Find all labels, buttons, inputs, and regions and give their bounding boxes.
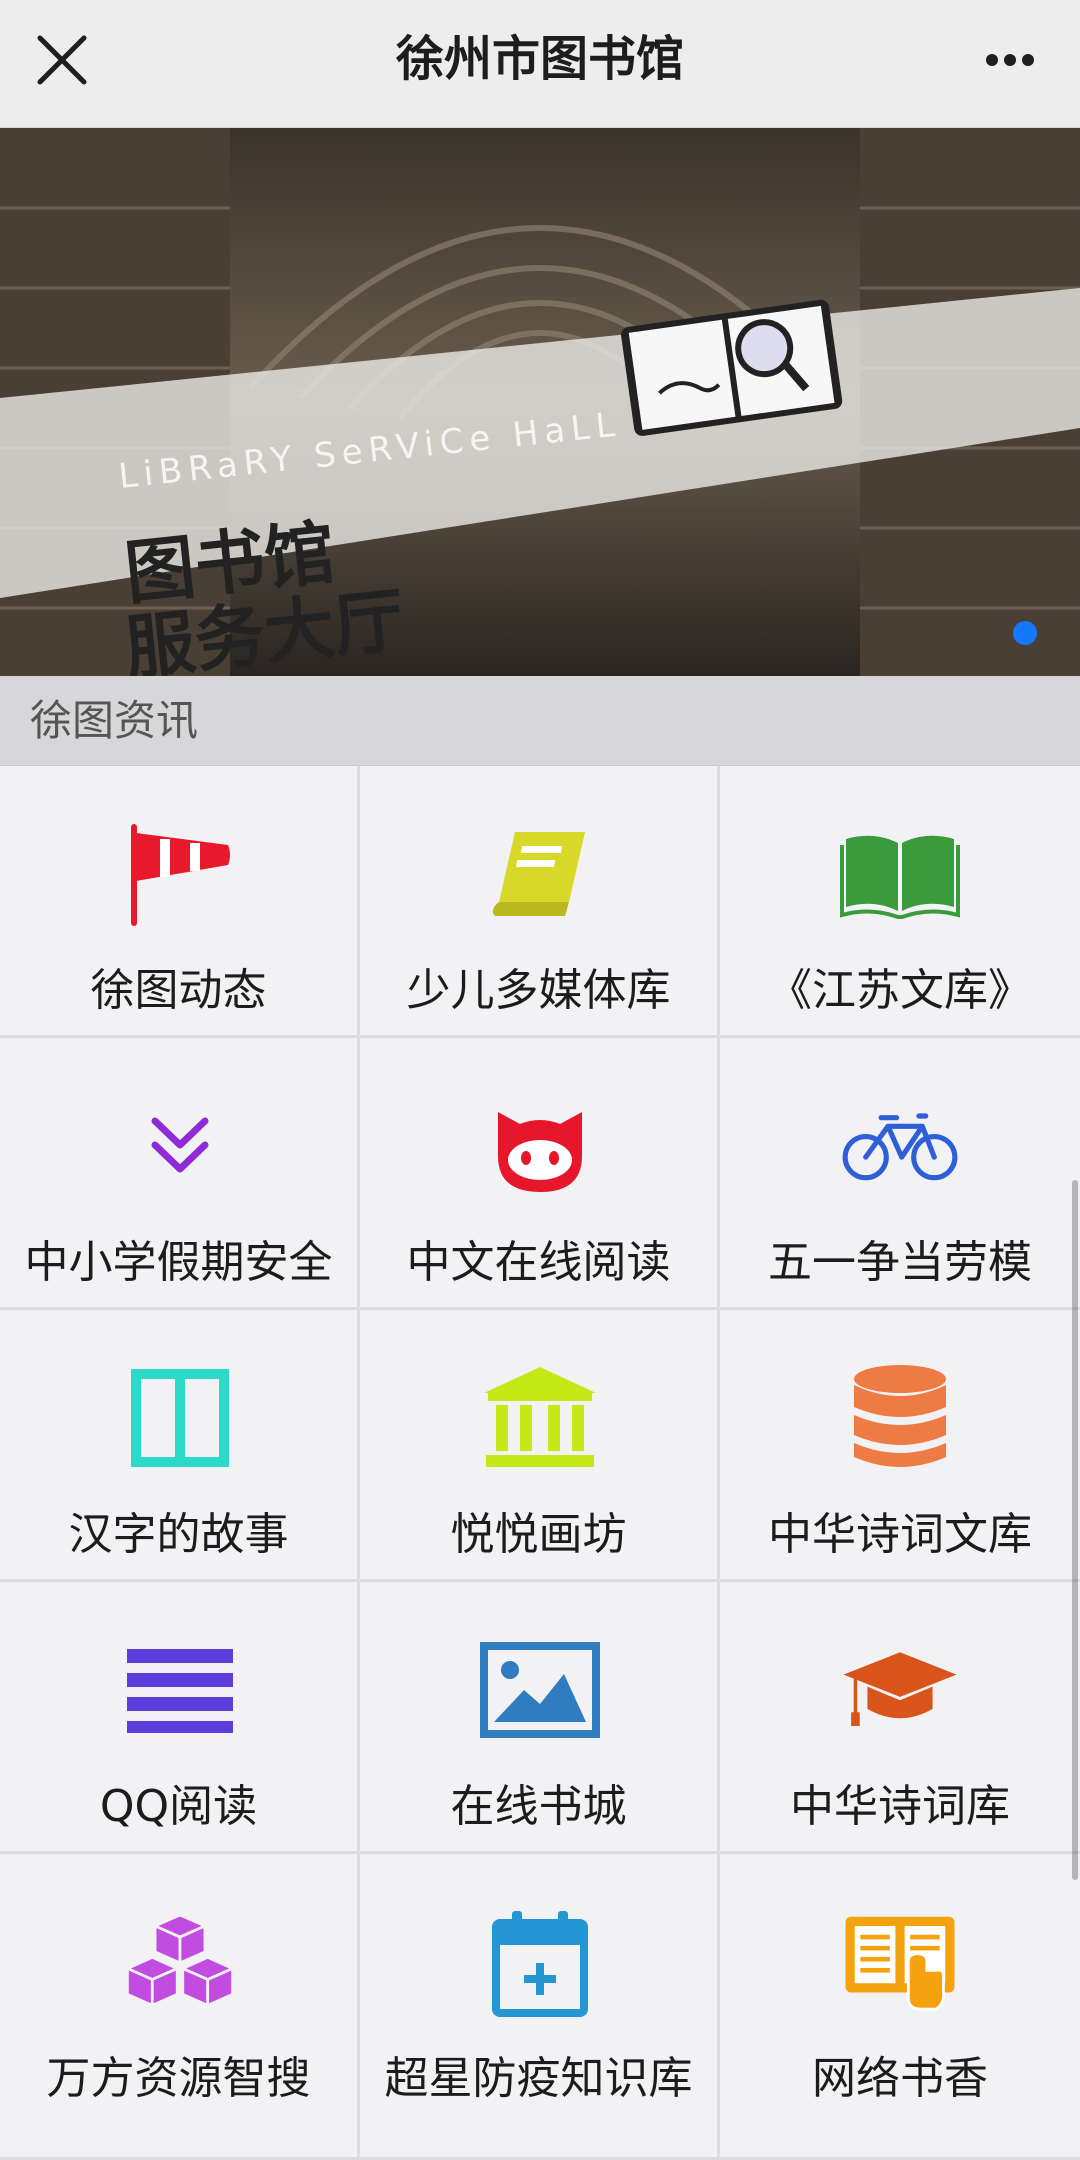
calendar-plus-icon	[480, 1902, 600, 2022]
grid-item-label: 悦悦画坊	[450, 1509, 627, 1560]
banner-carousel[interactable]: LiBRaRY SeRViCe HaLL 图书馆 服务大厅	[0, 128, 1080, 676]
grid-item-label: 中华诗词库	[790, 1781, 1010, 1832]
grid-item-label: 中小学假期安全	[24, 1237, 333, 1288]
grid-item-chinese-online-reading[interactable]: 中文在线阅读	[360, 1038, 720, 1310]
graduation-cap-icon	[840, 1630, 960, 1750]
grid-item-label: 万方资源智搜	[46, 2053, 311, 2104]
section-title: 徐图资讯	[30, 696, 199, 745]
grid-item-jiangsu-library[interactable]: 《江苏文库》	[720, 766, 1080, 1038]
grid-item-label: 五一争当劳模	[768, 1237, 1032, 1288]
grid-item-label: QQ阅读	[99, 1781, 258, 1832]
grid-item-may-day[interactable]: 五一争当劳模	[720, 1038, 1080, 1310]
grid-item-xutu-news[interactable]: 徐图动态	[0, 766, 360, 1038]
book-icon	[480, 814, 600, 934]
section-header: 徐图资讯	[0, 676, 1080, 766]
grid-item-school-safety[interactable]: 中小学假期安全	[0, 1038, 360, 1310]
scrollbar[interactable]	[1072, 1180, 1078, 1880]
columns-icon	[120, 1358, 240, 1478]
grid-item-label: 超星防疫知识库	[384, 2053, 693, 2104]
grid-item-label: 徐图动态	[90, 965, 267, 1016]
list-icon	[120, 1630, 240, 1750]
octocat-icon	[480, 1086, 600, 1206]
cubes-icon	[120, 1902, 240, 2022]
bicycle-icon	[840, 1086, 960, 1206]
grid-item-poetry-library[interactable]: 中华诗词文库	[720, 1310, 1080, 1582]
grid-item-chinese-poetry[interactable]: 中华诗词库	[720, 1582, 1080, 1854]
image-icon	[480, 1630, 600, 1750]
more-icon[interactable]	[970, 28, 1050, 92]
reading-icon	[840, 1902, 960, 2022]
page-title: 徐州市图书馆	[395, 31, 684, 87]
double-chevron-down-icon	[120, 1086, 240, 1206]
carousel-indicator[interactable]	[1013, 621, 1037, 645]
grid-item-qq-reading[interactable]: QQ阅读	[0, 1582, 360, 1854]
windsock-icon	[120, 814, 240, 934]
grid-item-yueyue-studio[interactable]: 悦悦画坊	[360, 1310, 720, 1582]
grid-item-label: 中文在线阅读	[406, 1237, 671, 1288]
grid-item-label: 《江苏文库》	[768, 965, 1032, 1016]
grid-item-label: 在线书城	[450, 1781, 627, 1832]
grid-item-chinese-characters[interactable]: 汉字的故事	[0, 1310, 360, 1582]
grid-item-online-bookstore[interactable]: 在线书城	[360, 1582, 720, 1854]
top-bar: 徐州市图书馆	[0, 0, 1080, 128]
grid-item-network-reading[interactable]: 网络书香	[720, 1854, 1080, 2160]
bank-icon	[480, 1358, 600, 1478]
grid-item-label: 中华诗词文库	[768, 1509, 1032, 1560]
grid-item-label: 少儿多媒体库	[406, 965, 671, 1016]
open-book-icon	[840, 814, 960, 934]
grid-item-label: 汉字的故事	[68, 1509, 289, 1560]
grid-item-label: 网络书香	[812, 2053, 988, 2104]
grid-item-wanfang-search[interactable]: 万方资源智搜	[0, 1854, 360, 2160]
service-grid: 徐图动态 少儿多媒体库 《江苏文库》 中小学假期安全 中文在线阅读 五一争当劳模…	[0, 766, 1080, 2160]
grid-item-chaoxing-epidemic[interactable]: 超星防疫知识库	[360, 1854, 720, 2160]
database-icon	[840, 1358, 960, 1478]
grid-item-children-media[interactable]: 少儿多媒体库	[360, 766, 720, 1038]
